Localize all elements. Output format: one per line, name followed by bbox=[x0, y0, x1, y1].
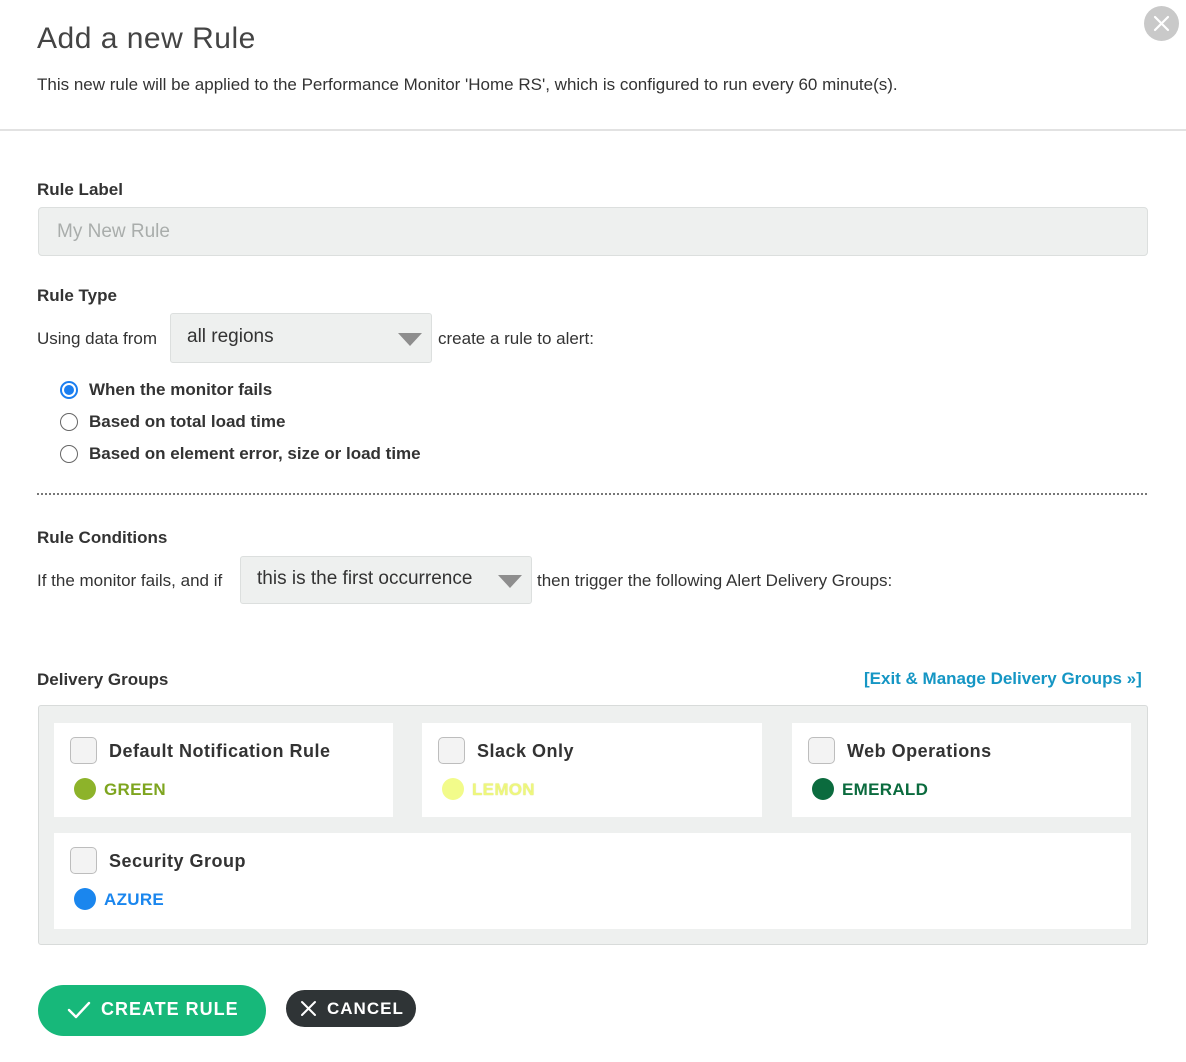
occurrence-select[interactable]: this is the first occurrence bbox=[240, 556, 532, 604]
rule-label-heading: Rule Label bbox=[37, 180, 123, 199]
group-checkbox[interactable] bbox=[808, 737, 835, 764]
rule-type-heading: Rule Type bbox=[37, 286, 117, 305]
radio-monitor-fails[interactable]: When the monitor fails bbox=[60, 379, 272, 401]
cancel-button[interactable]: CANCEL bbox=[286, 990, 416, 1027]
close-button[interactable] bbox=[1144, 6, 1179, 41]
rule-type-suffix: create a rule to alert: bbox=[438, 329, 594, 348]
rule-label-input[interactable] bbox=[38, 207, 1148, 256]
create-rule-label: CREATE RULE bbox=[101, 999, 239, 1019]
group-checkbox[interactable] bbox=[438, 737, 465, 764]
delivery-groups-panel: Default Notification Rule GREEN Slack On… bbox=[38, 705, 1148, 945]
dialog-subtitle: This new rule will be applied to the Per… bbox=[37, 75, 898, 94]
radio-button[interactable] bbox=[60, 413, 78, 431]
color-swatch bbox=[74, 778, 96, 800]
group-color-name: EMERALD bbox=[842, 780, 929, 799]
color-swatch bbox=[812, 778, 834, 800]
region-select[interactable]: all regions bbox=[170, 313, 432, 363]
group-checkbox[interactable] bbox=[70, 737, 97, 764]
close-icon bbox=[1153, 15, 1170, 32]
dialog-title: Add a new Rule bbox=[37, 22, 256, 55]
group-color-name: LEMON bbox=[472, 780, 535, 799]
radio-label: Based on element error, size or load tim… bbox=[89, 444, 421, 463]
manage-delivery-groups-link[interactable]: [Exit & Manage Delivery Groups »] bbox=[864, 669, 1142, 689]
delivery-group-card[interactable]: Security Group AZURE bbox=[54, 833, 1131, 929]
rule-type-prefix: Using data from bbox=[37, 329, 157, 348]
rule-conditions-suffix: then trigger the following Alert Deliver… bbox=[537, 571, 893, 590]
checkmark-icon bbox=[67, 1001, 91, 1019]
delivery-group-card[interactable]: Default Notification Rule GREEN bbox=[54, 723, 393, 817]
group-name: Slack Only bbox=[477, 741, 575, 761]
radio-label: When the monitor fails bbox=[89, 380, 273, 399]
chevron-down-icon bbox=[398, 333, 422, 346]
color-swatch bbox=[442, 778, 464, 800]
group-name: Web Operations bbox=[847, 741, 992, 761]
delivery-group-card[interactable]: Slack Only LEMON bbox=[422, 723, 762, 817]
radio-button[interactable] bbox=[60, 445, 78, 463]
cancel-label: CANCEL bbox=[327, 999, 404, 1018]
delivery-groups-heading: Delivery Groups bbox=[37, 670, 169, 689]
group-name: Security Group bbox=[109, 851, 247, 871]
close-icon bbox=[301, 1001, 316, 1016]
radio-total-load-time[interactable]: Based on total load time bbox=[60, 411, 285, 433]
occurrence-select-value: this is the first occurrence bbox=[257, 568, 473, 589]
group-color-name: AZURE bbox=[104, 890, 165, 909]
delivery-group-card[interactable]: Web Operations EMERALD bbox=[792, 723, 1131, 817]
dialog-header: Add a new Rule This new rule will be app… bbox=[0, 0, 1186, 131]
group-name: Default Notification Rule bbox=[109, 741, 331, 761]
dotted-divider bbox=[37, 493, 1147, 495]
group-checkbox[interactable] bbox=[70, 847, 97, 874]
rule-conditions-prefix: If the monitor fails, and if bbox=[37, 571, 223, 590]
radio-element-error[interactable]: Based on element error, size or load tim… bbox=[60, 443, 421, 465]
group-color-name: GREEN bbox=[104, 780, 166, 799]
radio-button-checked[interactable] bbox=[60, 381, 78, 399]
rule-conditions-heading: Rule Conditions bbox=[37, 528, 168, 547]
color-swatch bbox=[74, 888, 96, 910]
region-select-value: all regions bbox=[187, 326, 274, 347]
radio-label: Based on total load time bbox=[89, 412, 286, 431]
chevron-down-icon bbox=[498, 575, 522, 588]
create-rule-button[interactable]: CREATE RULE bbox=[38, 985, 266, 1036]
